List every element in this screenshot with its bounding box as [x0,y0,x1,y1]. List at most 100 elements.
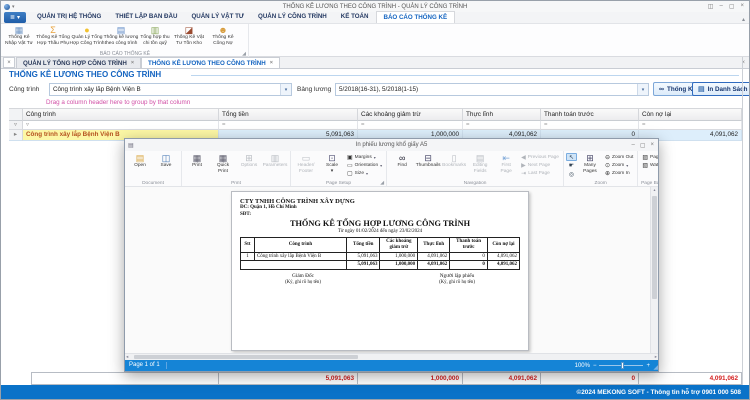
quick-print-button[interactable]: ▦QuickPrint [210,152,236,178]
thumbnails-button[interactable]: ⊟Thumbnails [415,152,441,178]
thong-ke-luong-theo-cong-trinh-button[interactable]: ▤Thống kê lươngtheo công trình [104,24,138,49]
toolbar-button-label: Save [161,163,172,169]
scrollbar-thumb[interactable] [134,355,358,359]
chevron-down-icon[interactable]: ▾ [637,84,648,95]
filter-cell-tong-tien[interactable]: = [219,121,358,130]
scroll-up-icon[interactable]: ▴ [653,187,655,192]
ribbon-tab-quan-ly-cong-trinh[interactable]: QUẢN LÝ CÔNG TRÌNH [251,11,334,23]
resize-grip-icon[interactable]: ◢ [653,364,658,371]
zoom-icon: ⊙ [605,162,610,169]
thong-ke-vat-tu-ton-kho-icon: ◪ [185,25,194,35]
magnifier-tool-button[interactable]: ◎ [566,171,577,179]
watermark-button[interactable]: ▧Watermark [640,162,658,171]
zoom-in-button[interactable]: ⊕Zoom In [603,170,635,178]
size-button[interactable]: ▢Size▾ [345,170,384,178]
column-header-con-no-lai[interactable]: Còn nợ lại [639,108,742,121]
thong-ke-cong-no-icon: ☻ [218,25,227,35]
zoom-slider-thumb[interactable] [621,362,624,369]
ribbon-collapse-icon[interactable]: ▴ [742,16,749,23]
toolbar-item-label: Watermark [650,163,658,168]
scrollbar-thumb[interactable] [652,196,657,299]
zoom-minus-icon[interactable]: − [593,363,597,369]
toolbar-button-label: EditingFields [473,163,488,175]
report-total-spacer [241,261,347,270]
zoom-out-button[interactable]: ⊖Zoom Out [603,153,635,161]
tab-close-icon[interactable]: × [131,58,134,69]
print-button[interactable]: ▦Print [184,152,210,178]
preview-vertical-scrollbar[interactable]: ▴ [650,187,658,353]
doc-tab-quan-ly-tong-hop-cong-trinh[interactable]: QUẢN LÝ TỔNG HỢP CÔNG TRÌNH × [16,57,141,68]
app-menu-button[interactable]: ≣ ▾ [4,12,26,23]
app-icon[interactable] [4,4,10,10]
report-col-tong-tien: Tổng tiền [347,238,380,253]
pointer-tool-button[interactable]: ↖ [566,153,577,161]
dialog-minimize-icon[interactable]: – [631,142,634,149]
thong-ke-vat-tu-ton-kho-button[interactable]: ◪Thống Kê VậtTư Tồn Kho [172,24,206,49]
doc-tab-label: QUẢN LÝ TỔNG HỢP CÔNG TRÌNH [23,58,127,69]
doc-tab-thong-ke-luong-theo-cong-trinh[interactable]: THỐNG KÊ LƯƠNG THEO CÔNG TRÌNH × [141,57,280,68]
open-button[interactable]: ▤Open [127,152,153,178]
toolbar-group-label: Page Setup [291,181,386,186]
filter-cell-thuc-linh[interactable]: = [463,121,541,130]
ribbon-tab-bao-cao-thong-ke[interactable]: BÁO CÁO THỐNG KÊ [376,11,456,23]
ribbon-tab-quan-ly-vat-tu[interactable]: QUẢN LÝ VẬT TƯ [184,11,251,23]
tab-close-icon[interactable]: × [270,58,273,69]
doc-tab-label: THỐNG KÊ LƯƠNG THEO CÔNG TRÌNH [148,58,266,69]
save-button[interactable]: ◫Save [153,152,179,178]
find-button[interactable]: ∞Find [389,152,415,178]
preview-horizontal-scrollbar[interactable]: ◂ ▸ [125,353,658,360]
column-header-cong-trinh[interactable]: Công trình [23,108,219,121]
minimize-icon[interactable]: – [719,3,722,10]
quan-ly-tong-hop-cong-trinh-button[interactable]: ●Quản Lý TổngHợp Công Trình [70,24,104,49]
close-icon[interactable]: × [740,3,744,10]
maximize-icon[interactable]: ▢ [729,3,735,10]
toolbar-button-label: Bookmarks [442,163,466,169]
column-header-cac-khoang-giam-tru[interactable]: Các khoảng giảm trừ [358,108,463,121]
ribbon-tab-ke-toan[interactable]: KẾ TOÁN [334,11,376,23]
group-launcher-icon[interactable]: ◢ [380,180,384,186]
cong-trinh-combo[interactable]: Công trình xây lắp Bệnh Viện B ▾ [49,83,292,96]
zoom-plus-icon[interactable]: + [646,363,650,369]
cong-trinh-value: Công trình xây lắp Bệnh Viện B [50,86,280,93]
toolbar-item-label: Last Page [528,171,550,176]
report-cell: 4,091,062 [487,252,519,261]
filter-cell-cac-khoang-giam-tru[interactable]: = [358,121,463,130]
filter-cell-con-no-lai[interactable]: = [639,121,742,130]
pointer-tool-icon: ↖ [569,154,574,161]
ribbon-button-label: Thống Kê TổngHợp Thầu Phụ [36,35,70,47]
column-header-tong-tien[interactable]: Tổng tiền [219,108,358,121]
chevron-down-icon: ▾ [366,171,368,176]
many-pages-button[interactable]: ⊞ManyPages [577,152,603,178]
column-header-thanh-toan-truoc[interactable]: Thanh toán trước [541,108,639,121]
bang-luong-combo[interactable]: 5/2018(16-31), 5/2018(1-15) ▾ [335,83,649,96]
ribbon-tab-quan-tri-he-thong[interactable]: QUẢN TRỊ HỆ THỐNG [30,11,108,23]
column-header-thuc-linh[interactable]: Thực lĩnh [463,108,541,121]
zoom-slider[interactable] [599,365,643,366]
tab-bar-close-icon[interactable]: × [3,57,15,68]
dialog-title-bar: ▤ In phiếu lương khổ giấy A5 – ▢ × [125,139,658,151]
filter-cell-thanh-toan-truoc[interactable]: = [541,121,639,130]
dialog-close-icon[interactable]: × [650,142,654,149]
page-color-button[interactable]: ▨Page Color▾ [640,153,658,162]
orientation-button[interactable]: ▭Orientation▾ [345,161,384,169]
toolbar-stack: ▣Margins▾▭Orientation▾▢Size▾ [345,152,384,178]
tong-hop-thu-chi-ton-quy-button[interactable]: ▥Tổng hợp thuchi tồn quỹ [138,24,172,49]
window-style-icon[interactable]: ◫ [708,3,714,10]
thong-ke-cong-no-button[interactable]: ☻Thống KêCông Nợ [206,24,240,49]
toolbar-button-label: Scale▾ [326,163,338,175]
thong-ke-nhap-vat-tu-button[interactable]: ▦Thống KêNhập Vật Tư [2,24,36,49]
toolbar-group-page-setup: ▭Header/Footer⊡Scale▾▣Margins▾▭Orientati… [291,151,387,186]
thong-ke-tong-hop-thau-phu-button[interactable]: ΣThống Kê TổngHợp Thầu Phụ [36,24,70,49]
group-by-hint: Drag a column header here to group by th… [46,99,190,106]
app-menu-caret-icon[interactable]: ▾ [12,4,15,10]
hand-tool-button[interactable]: ☛ [566,162,577,170]
margins-button[interactable]: ▣Margins▾ [345,153,384,161]
chevron-down-icon[interactable]: ▾ [280,84,291,95]
chevron-down-icon: ▾ [380,163,382,168]
toolbar-item-label: Zoom In [612,171,630,176]
ribbon-tab-thiet-lap-ban-dau[interactable]: THIẾT LẬP BAN ĐẦU [108,11,184,23]
dialog-maximize-icon[interactable]: ▢ [640,142,646,149]
zoom-button[interactable]: ⊙Zoom▾ [603,161,635,169]
filter-cell-cong-trinh[interactable]: ▿ [23,121,219,130]
scale-button[interactable]: ⊡Scale▾ [319,152,345,178]
